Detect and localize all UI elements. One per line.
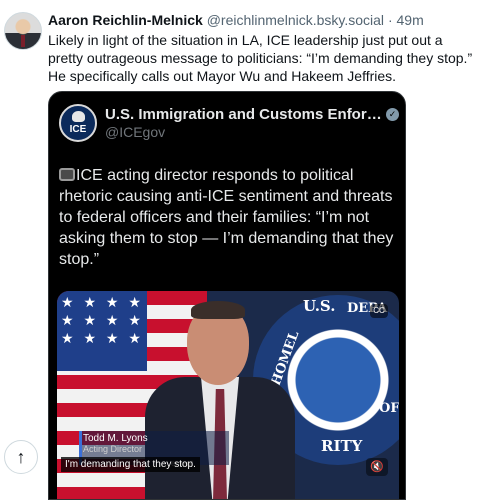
eagle-icon <box>72 111 85 122</box>
arrow-up-icon: ↑ <box>16 447 26 467</box>
lower-third-role: Acting Director <box>83 444 143 454</box>
post-time[interactable]: 49m <box>397 12 424 28</box>
quoted-post-embed[interactable]: ICE U.S. Immigration and Customs Enforce… <box>48 91 406 500</box>
seal-text-right: OF <box>379 401 399 416</box>
post-header: Aaron Reichlin-Melnick @reichlinmelnick.… <box>48 12 424 28</box>
quoted-post-text-content: ICE acting director responds to politica… <box>59 167 394 268</box>
author-handle[interactable]: @reichlinmelnick.bsky.social <box>207 12 384 28</box>
scroll-to-top-button[interactable]: ↑ <box>4 440 38 474</box>
captions-icon[interactable]: CC <box>370 304 388 318</box>
seal-text-top: U.S. <box>303 297 336 315</box>
verified-badge-icon: ✓ <box>386 108 399 121</box>
mute-icon[interactable]: 🔇 <box>366 458 388 476</box>
lower-third-name: Todd M. Lyons <box>83 433 148 444</box>
header-separator: · <box>387 12 393 28</box>
ice-seal-avatar[interactable]: ICE <box>59 104 97 142</box>
video-player[interactable]: ★ ★ ★ ★ ★ ★ ★ ★ ★ ★ ★ ★ U.S. DEPA HOMEL … <box>57 291 399 499</box>
seal-label: ICE <box>69 124 87 135</box>
quoted-author-handle[interactable]: @ICEgov <box>105 124 165 140</box>
flag-stars: ★ ★ ★ ★ ★ ★ ★ ★ ★ ★ ★ ★ <box>61 294 144 346</box>
video-caption: I'm demanding that they stop. <box>61 457 200 472</box>
quoted-post-text: ICE acting director responds to politica… <box>59 165 397 270</box>
television-icon <box>59 168 75 181</box>
speaker-hair <box>191 301 245 319</box>
quoted-author-name[interactable]: U.S. Immigration and Customs Enforceme..… <box>105 106 385 123</box>
seal-text-bottom: RITY <box>321 437 363 455</box>
author-name[interactable]: Aaron Reichlin-Melnick <box>48 12 203 28</box>
lower-third: Todd M. Lyons Acting Director <box>83 433 148 455</box>
post-text: Likely in light of the situation in LA, … <box>48 32 473 84</box>
author-avatar[interactable] <box>4 12 42 50</box>
